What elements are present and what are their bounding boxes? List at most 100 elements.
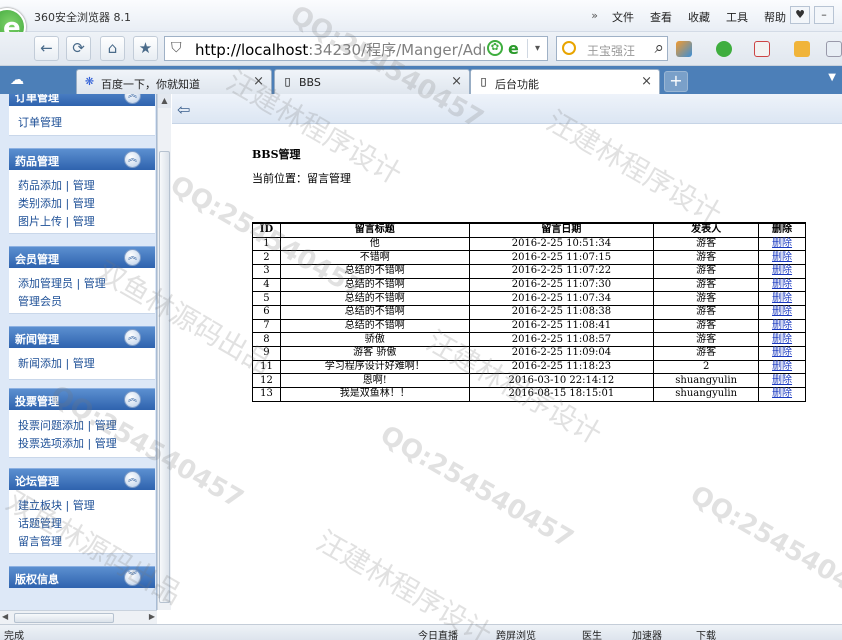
collapse-icon[interactable]: ︽ [124, 329, 141, 346]
section-header-news[interactable]: 新闻管理 ︽ [9, 326, 155, 348]
cell-delete: 删除 [758, 373, 806, 389]
window-title: 360安全浏览器 8.1 [34, 11, 131, 24]
collapse-icon[interactable]: ︽ [124, 391, 141, 408]
address-url[interactable]: http://localhost:34230/程序/Manger/Admin [195, 39, 485, 60]
cloud-icon[interactable]: ☁ [10, 72, 24, 88]
sidebar-item-order-manage[interactable]: 订单管理 [18, 114, 62, 130]
scroll-left-icon[interactable]: ◀ [2, 612, 8, 621]
search-input[interactable]: 王宝强汪 [587, 42, 639, 59]
section-body-votes: 投票问题添加 | 管理 投票选项添加 | 管理 [9, 410, 155, 458]
section-header-votes[interactable]: 投票管理 ︽ [9, 388, 155, 410]
section-header-members[interactable]: 会员管理 ︽ [9, 246, 155, 268]
compat-mode-icon[interactable]: ✿ [487, 40, 503, 56]
scroll-up-icon[interactable]: ▲ [158, 94, 171, 108]
cell-id: 5 [252, 291, 281, 306]
tab-baidu[interactable]: ❋ 百度一下，你就知道 × [76, 69, 272, 94]
menu-tools[interactable]: 工具 [718, 9, 756, 25]
delete-link[interactable]: 删除 [772, 388, 792, 399]
accelerator-link[interactable]: 加速器 [632, 627, 662, 640]
sidebar-scrollbar-horizontal[interactable]: ◀ ▶ [0, 610, 157, 624]
column-header-date: 留言日期 [468, 222, 655, 238]
live-broadcast-link[interactable]: 今日直播 [418, 627, 458, 640]
delete-link[interactable]: 删除 [772, 334, 792, 345]
doctor-link[interactable]: 医生 [582, 627, 602, 640]
delete-link[interactable]: 删除 [772, 306, 792, 317]
tab-bbs[interactable]: ▯ BBS × [274, 69, 470, 94]
scrollbar-thumb[interactable] [159, 151, 170, 603]
cell-id: 12 [252, 373, 281, 389]
sidebar-item-category-add[interactable]: 类别添加 | 管理 [18, 195, 95, 211]
section-header-forum[interactable]: 论坛管理 ︽ [9, 468, 155, 490]
delete-link[interactable]: 删除 [772, 238, 792, 249]
menu-view[interactable]: 查看 [642, 9, 680, 25]
cell-title: 总结的不错啊 [279, 277, 470, 293]
collapse-icon[interactable]: ︽ [124, 471, 141, 488]
delete-link[interactable]: 删除 [772, 265, 792, 276]
cell-delete: 删除 [758, 359, 806, 375]
search-box[interactable]: 王宝强汪 ⌕ [556, 36, 668, 61]
back-button[interactable]: ← [34, 36, 59, 61]
menu-help[interactable]: 帮助 [756, 9, 794, 25]
sidebar-item-board-create[interactable]: 建立板块 | 管理 [18, 497, 95, 513]
delete-link[interactable]: 删除 [772, 361, 792, 372]
section-header-medicine[interactable]: 药品管理 ︽ [9, 148, 155, 170]
tab-admin[interactable]: ▯ 后台功能 × [470, 69, 660, 94]
collapse-icon[interactable]: ︾ [124, 569, 141, 586]
column-header-delete: 删除 [758, 222, 806, 238]
close-icon[interactable]: × [253, 74, 264, 89]
close-icon[interactable]: × [451, 74, 462, 89]
address-dropdown-icon[interactable]: ▾ [527, 39, 547, 58]
collapse-icon[interactable]: ︽ [124, 151, 141, 168]
delete-link[interactable]: 删除 [772, 293, 792, 304]
sidebar-item-vote-option-add[interactable]: 投票选项添加 | 管理 [18, 435, 117, 451]
section-header-orders[interactable]: 订单管理 ︽ [9, 94, 155, 106]
sidebar-scrollbar-vertical[interactable]: ▲ [157, 94, 171, 610]
sidebar-item-topic-manage[interactable]: 话题管理 [18, 515, 62, 531]
security-guard-icon[interactable] [716, 41, 732, 57]
cell-title: 不错啊 [279, 250, 470, 265]
address-bar[interactable]: ⛉ http://localhost:34230/程序/Manger/Admin… [164, 36, 548, 61]
chevron-down-icon[interactable]: ▼ [828, 72, 836, 83]
refresh-button[interactable]: ⟳ [66, 36, 91, 61]
skin-button[interactable]: ♥ [790, 6, 810, 24]
sidebar-item-message-manage[interactable]: 留言管理 [18, 533, 62, 549]
cell-delete: 删除 [758, 318, 806, 334]
delete-link[interactable]: 删除 [772, 252, 792, 263]
sidebar-item-medicine-add[interactable]: 药品添加 | 管理 [18, 177, 95, 193]
download-link[interactable]: 下载 [696, 627, 716, 640]
delete-link[interactable]: 删除 [772, 347, 792, 358]
minimize-button[interactable]: – [814, 6, 834, 24]
collapse-icon[interactable]: ︽ [124, 94, 141, 104]
menu-favorites[interactable]: 收藏 [680, 9, 718, 25]
collapse-icon[interactable]: ︽ [124, 249, 141, 266]
favorite-button[interactable]: ★ [133, 36, 158, 61]
status-text: 完成 [4, 631, 24, 640]
home-button[interactable]: ⌂ [100, 36, 125, 61]
scroll-right-icon[interactable]: ▶ [149, 612, 155, 621]
delete-link[interactable]: 删除 [772, 320, 792, 331]
menu-more-icon[interactable]: » [585, 9, 604, 25]
menu-file[interactable]: 文件 [604, 9, 642, 25]
sidebar-item-vote-question-add[interactable]: 投票问题添加 | 管理 [18, 417, 117, 433]
sidebar-item-news-add[interactable]: 新闻添加 | 管理 [18, 355, 95, 371]
search-icon[interactable]: ⌕ [654, 38, 664, 58]
new-tab-button[interactable]: + [664, 71, 688, 92]
extension-icon[interactable] [794, 41, 810, 57]
cell-title: 总结的不错啊 [279, 304, 470, 320]
cell-date: 2016-2-25 11:07:30 [468, 277, 655, 293]
sidebar-item-admin-add[interactable]: 添加管理员 | 管理 [18, 275, 106, 291]
sidebar-item-image-upload[interactable]: 图片上传 | 管理 [18, 213, 95, 229]
toggle-sidebar-arrow-icon[interactable]: ⇦ [177, 100, 190, 119]
apps-icon[interactable] [676, 41, 692, 57]
ie-mode-icon[interactable]: e [508, 39, 519, 58]
scrollbar-thumb[interactable] [14, 613, 114, 623]
sidebar-item-member-manage[interactable]: 管理会员 [18, 293, 62, 309]
adblock-icon[interactable] [754, 41, 770, 57]
section-header-copyright[interactable]: 版权信息 ︾ [9, 566, 155, 588]
delete-link[interactable]: 删除 [772, 375, 792, 386]
delete-link[interactable]: 删除 [772, 279, 792, 290]
cross-screen-link[interactable]: 跨屏浏览 [496, 627, 536, 640]
close-icon[interactable]: × [641, 74, 652, 89]
more-tools-icon[interactable] [826, 41, 842, 57]
search-engine-icon[interactable] [562, 41, 576, 55]
